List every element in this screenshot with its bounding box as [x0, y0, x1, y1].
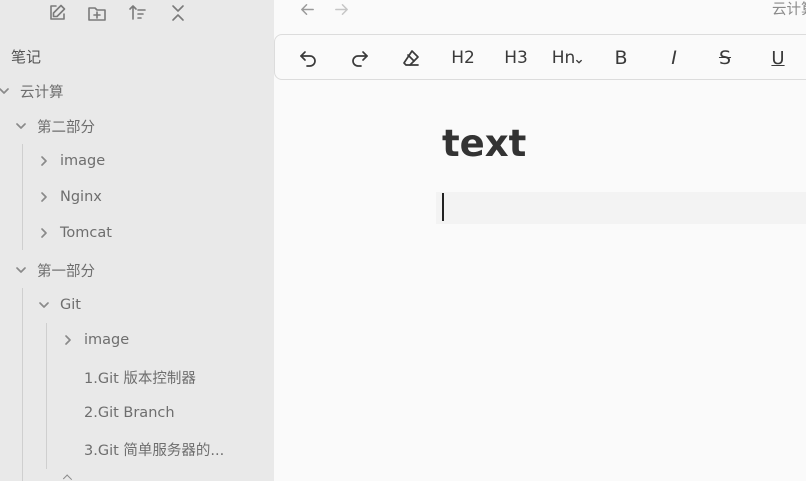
bold-label: B [614, 47, 628, 69]
tree-item-note[interactable]: 2.Git Branch [84, 396, 175, 430]
tree-item-label: 云计算 [20, 84, 64, 101]
chevron-down-icon [14, 263, 28, 277]
new-folder-icon [88, 7, 106, 21]
collapse-all-button[interactable] [167, 2, 189, 24]
back-button[interactable] [298, 0, 316, 18]
tree-item-label: 第二部分 [37, 119, 95, 136]
chevron-down-icon [0, 84, 11, 98]
arrow-right-icon [334, 3, 348, 15]
undo-icon [300, 51, 316, 67]
tree-item-label: Tomcat [60, 225, 112, 241]
italic-label: I [671, 47, 677, 69]
heading2-label: H2 [451, 48, 475, 68]
sidebar-section-title: 笔记 [11, 48, 42, 66]
heading3-button[interactable]: H3 [504, 45, 528, 71]
tree-item-label: 第一部分 [37, 263, 95, 280]
tree-item-cloud[interactable]: 云计算 [0, 74, 64, 108]
redo-icon [352, 51, 368, 67]
tree-guide-line [46, 323, 47, 469]
clear-format-button[interactable] [399, 45, 423, 71]
chevron-right-icon [61, 333, 75, 347]
tree-item-label: 2.Git Branch [84, 405, 175, 421]
arrow-left-icon [300, 3, 314, 15]
heading2-button[interactable]: H2 [451, 45, 475, 71]
tree-item-image[interactable]: image [37, 144, 105, 178]
sort-icon [129, 5, 146, 20]
tree-item-note[interactable]: 1.Git 版本控制器 [84, 360, 196, 394]
strikethrough-button[interactable]: S [715, 45, 735, 71]
underline-label: U [771, 47, 785, 69]
tree-guide-line [22, 288, 23, 481]
collapse-all-icon [172, 5, 184, 21]
new-note-icon [50, 4, 66, 20]
tree-item-label: 3.Git 简单服务器的... [84, 442, 225, 459]
tree-item-tomcat[interactable]: Tomcat [37, 216, 112, 250]
sort-button[interactable] [127, 2, 149, 24]
tree-item-label: Nginx [60, 189, 102, 205]
tree-item-label: 1.Git 版本控制器 [84, 370, 196, 387]
chevron-down-icon [14, 119, 28, 133]
heading-n-label: Hn [551, 48, 576, 68]
strikethrough-label: S [718, 47, 732, 69]
tree-item-part1[interactable]: 第一部分 [14, 253, 95, 287]
eraser-icon [403, 50, 419, 66]
tree-item-nginx[interactable]: Nginx [37, 180, 102, 214]
redo-button[interactable] [348, 45, 372, 71]
new-note-button[interactable] [46, 2, 68, 24]
heading-n-button[interactable]: Hn [551, 45, 583, 71]
document-path[interactable]: 云计算 [772, 0, 806, 20]
tree-item-label: image [60, 153, 106, 169]
chevron-right-icon [37, 154, 51, 168]
tree-item-partial [62, 474, 73, 481]
heading3-label: H3 [504, 48, 528, 68]
nav-arrows [298, 0, 350, 18]
tree-item-git[interactable]: Git [37, 288, 81, 322]
undo-button[interactable] [296, 45, 320, 71]
forward-button[interactable] [332, 0, 350, 18]
sidebar: 笔记 云计算 第二部分 image Nginx Tomcat 第一部分 Git … [0, 0, 274, 481]
caret-down-icon [576, 59, 583, 64]
italic-button[interactable]: I [664, 45, 684, 71]
bold-button[interactable]: B [611, 45, 631, 71]
chevron-down-icon [37, 298, 51, 312]
tree-item-note[interactable]: 3.Git 简单服务器的... [84, 432, 224, 466]
sidebar-toolbar [0, 0, 274, 26]
tree-item-label: image [84, 332, 130, 348]
document-heading[interactable]: text [442, 122, 526, 165]
editor-toolbar: H2 H3 Hn B I S U [274, 34, 806, 80]
text-caret [442, 193, 444, 221]
tree-item-part2[interactable]: 第二部分 [14, 109, 95, 143]
main-pane: 云计算 H2 H3 Hn B I S U [274, 0, 806, 481]
chevron-right-icon [37, 226, 51, 240]
tree-item-git-image[interactable]: image [61, 323, 129, 357]
tree-guide-line [22, 144, 23, 250]
tree-item-label: Git [60, 297, 81, 313]
underline-button[interactable]: U [768, 45, 788, 71]
chevron-right-icon [37, 190, 51, 204]
editor-active-line[interactable] [436, 192, 806, 224]
new-folder-button[interactable] [86, 2, 108, 24]
